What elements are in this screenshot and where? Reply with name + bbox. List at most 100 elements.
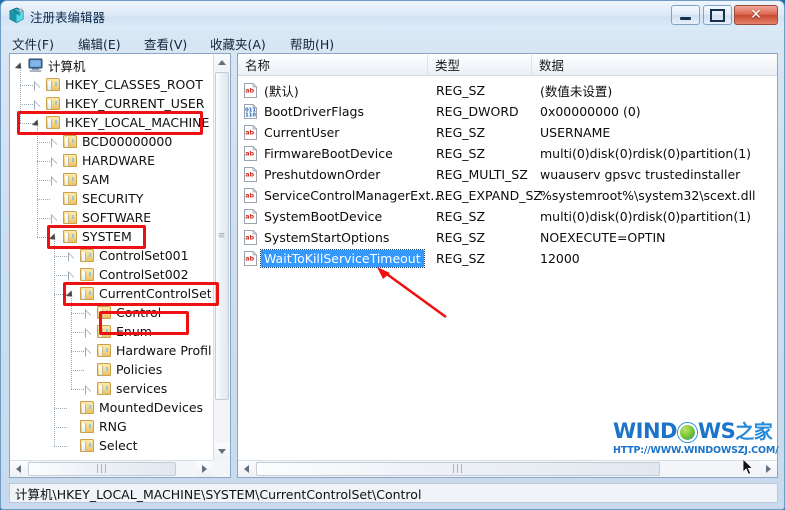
tree-guide-line — [37, 217, 50, 219]
string-value-icon: ab — [243, 187, 258, 203]
menu-item-label: 编辑(E) — [78, 37, 121, 52]
tree-item-bcd00000000[interactable]: BCD00000000 — [48, 132, 172, 151]
table-row[interactable]: ab CurrentUser REG_SZ USERNAME — [238, 122, 777, 143]
value-name-text: SystemStartOptions — [264, 230, 390, 245]
list-hscroll-thumb[interactable]: ||| — [256, 462, 660, 476]
tree-item-label: Control — [116, 305, 162, 320]
tree-item-select[interactable]: Select — [65, 436, 138, 455]
table-row[interactable]: ab WaitToKillServiceTimeout REG_SZ 12000 — [238, 248, 777, 269]
tree-guide-line — [54, 274, 67, 276]
close-button[interactable]: ✕ — [734, 5, 778, 25]
tree-guide-line — [71, 388, 84, 390]
title-bar: 注册表编辑器 ✕ — [1, 1, 784, 30]
tree-item-controlset002[interactable]: ControlSet002 — [65, 265, 189, 284]
folder-icon — [61, 208, 79, 227]
tree-item-label: HKEY_LOCAL_MACHINE — [65, 115, 210, 130]
tree-item-hardware-profiles[interactable]: Hardware Profiles — [82, 341, 211, 360]
tree-item-software[interactable]: SOFTWARE — [48, 208, 151, 227]
column-header-1[interactable]: 类型 — [428, 54, 532, 75]
menu-item-3[interactable]: 收藏夹(A) — [206, 33, 270, 54]
tree-item-hkey-local-machine[interactable]: HKEY_LOCAL_MACHINE — [31, 113, 209, 132]
value-name: FirmwareBootDevice — [264, 143, 393, 164]
list-horizontal-scrollbar[interactable]: ||| — [238, 460, 777, 477]
tree-item-sam[interactable]: SAM — [48, 170, 110, 189]
tree-item-services[interactable]: services — [82, 379, 167, 398]
list-scroll-left-button[interactable] — [238, 461, 255, 477]
value-name-text: SystemBootDevice — [264, 209, 383, 224]
table-row[interactable]: ab SystemStartOptions REG_SZ NOEXECUTE=OPT… — [238, 227, 777, 248]
folder-icon — [44, 75, 62, 94]
scroll-grip-icon: ||| — [451, 464, 465, 474]
tree-item-rng[interactable]: RNG — [65, 417, 127, 436]
value-data: %systemroot%\system32\scext.dll — [540, 185, 756, 206]
tree-item-label: BCD00000000 — [82, 134, 173, 149]
registry-tree[interactable]: 计算机 HKEY_CLASSES_ROOT HKEY_CURRENT_USER HKE… — [10, 54, 211, 459]
folder-icon — [95, 322, 113, 341]
folder-icon — [78, 284, 96, 303]
table-row[interactable]: ab FirmwareBootDevice REG_SZ multi(0)disk(0… — [238, 143, 777, 164]
tree-item-label: Select — [99, 438, 138, 453]
tree-scroll-left-button[interactable] — [10, 461, 27, 477]
registry-tree-pane: 计算机 HKEY_CLASSES_ROOT HKEY_CURRENT_USER HKE… — [9, 53, 231, 478]
tree-item-system[interactable]: SYSTEM — [48, 227, 132, 246]
tree-item-currentcontrolset[interactable]: CurrentControlSet — [65, 284, 211, 303]
tree-item-enum[interactable]: Enum — [82, 322, 152, 341]
chevron-right-icon — [202, 465, 207, 473]
tree-item-label: Policies — [116, 362, 163, 377]
tree-item-control[interactable]: Control — [82, 303, 161, 322]
menu-item-1[interactable]: 编辑(E) — [74, 33, 125, 54]
tree-vertical-scrollbar[interactable]: ≡ — [213, 54, 230, 460]
column-header-0[interactable]: 名称 — [238, 54, 428, 75]
value-name-text: BootDriverFlags — [264, 104, 365, 119]
tree-item-hardware[interactable]: HARDWARE — [48, 151, 155, 170]
tree-item-mounteddevices[interactable]: MountedDevices — [65, 398, 203, 417]
list-scroll-right-button[interactable] — [760, 461, 777, 477]
menu-item-0[interactable]: 文件(F) — [8, 33, 58, 54]
value-data-text: multi(0)disk(0)rdisk(0)partition(1) — [540, 209, 752, 224]
string-value-icon: ab — [243, 82, 258, 98]
tree-hscroll-thumb[interactable]: ||| — [28, 462, 176, 476]
tree-item-controlset001[interactable]: ControlSet001 — [65, 246, 189, 265]
minimize-icon — [672, 6, 699, 24]
tree-item-hkey-current-user[interactable]: HKEY_CURRENT_USER — [31, 94, 204, 113]
svg-text:ab: ab — [245, 150, 254, 158]
tree-item-label: HKEY_CURRENT_USER — [65, 96, 205, 111]
table-row[interactable]: ab ServiceControlManagerExt... REG_EXPAND_… — [238, 185, 777, 206]
value-data: USERNAME — [540, 122, 610, 143]
tree-item--[interactable]: 计算机 — [14, 56, 86, 75]
table-row[interactable]: ab (默认) REG_SZ (数值未设置) — [238, 80, 777, 101]
tree-item-label: Enum — [116, 324, 152, 339]
tree-scroll-right-button[interactable] — [196, 461, 213, 477]
value-data-text: wuauserv gpsvc trustedinstaller — [540, 167, 741, 182]
tree-guide-line — [54, 426, 67, 428]
value-data: wuauserv gpsvc trustedinstaller — [540, 164, 740, 185]
folder-icon — [95, 341, 113, 360]
tree-guide-line — [54, 255, 67, 257]
table-row[interactable]: 011 110 BootDriverFlags REG_DWORD 0x00000000… — [238, 101, 777, 122]
tree-item-label: SOFTWARE — [82, 210, 152, 225]
tree-scroll-down-button[interactable] — [214, 443, 230, 460]
maximize-icon — [704, 6, 731, 24]
tree-guide-line — [54, 238, 55, 446]
table-row[interactable]: ab SystemBootDevice REG_SZ multi(0)disk(0)r… — [238, 206, 777, 227]
tree-guide-line — [37, 198, 50, 200]
value-name-text: CurrentUser — [264, 125, 340, 140]
tree-item-security[interactable]: SECURITY — [48, 189, 143, 208]
minimize-button[interactable] — [671, 5, 700, 25]
tree-item-policies[interactable]: Policies — [82, 360, 162, 379]
menu-item-4[interactable]: 帮助(H) — [286, 33, 338, 54]
tree-horizontal-scrollbar[interactable]: ||| — [10, 460, 213, 477]
menu-item-2[interactable]: 查看(V) — [140, 33, 191, 54]
table-row[interactable]: ab PreshutdownOrder REG_MULTI_SZ wuauserv g… — [238, 164, 777, 185]
tree-scroll-thumb[interactable]: ≡ — [215, 72, 229, 400]
tree-item-hkey-classes-root[interactable]: HKEY_CLASSES_ROOT — [31, 75, 203, 94]
tree-scroll-up-button[interactable] — [214, 54, 230, 71]
column-header-label: 名称 — [245, 58, 271, 73]
value-name: ServiceControlManagerExt... — [264, 185, 442, 206]
menu-bar: 文件(F) 编辑(E) 查看(V) 收藏夹(A) 帮助(H) — [1, 30, 784, 52]
tree-item-label: RNG — [99, 419, 127, 434]
column-header-2[interactable]: 数据 — [532, 54, 777, 75]
folder-icon — [61, 170, 79, 189]
maximize-button[interactable] — [703, 5, 732, 25]
value-data: multi(0)disk(0)rdisk(0)partition(1) — [540, 206, 751, 227]
